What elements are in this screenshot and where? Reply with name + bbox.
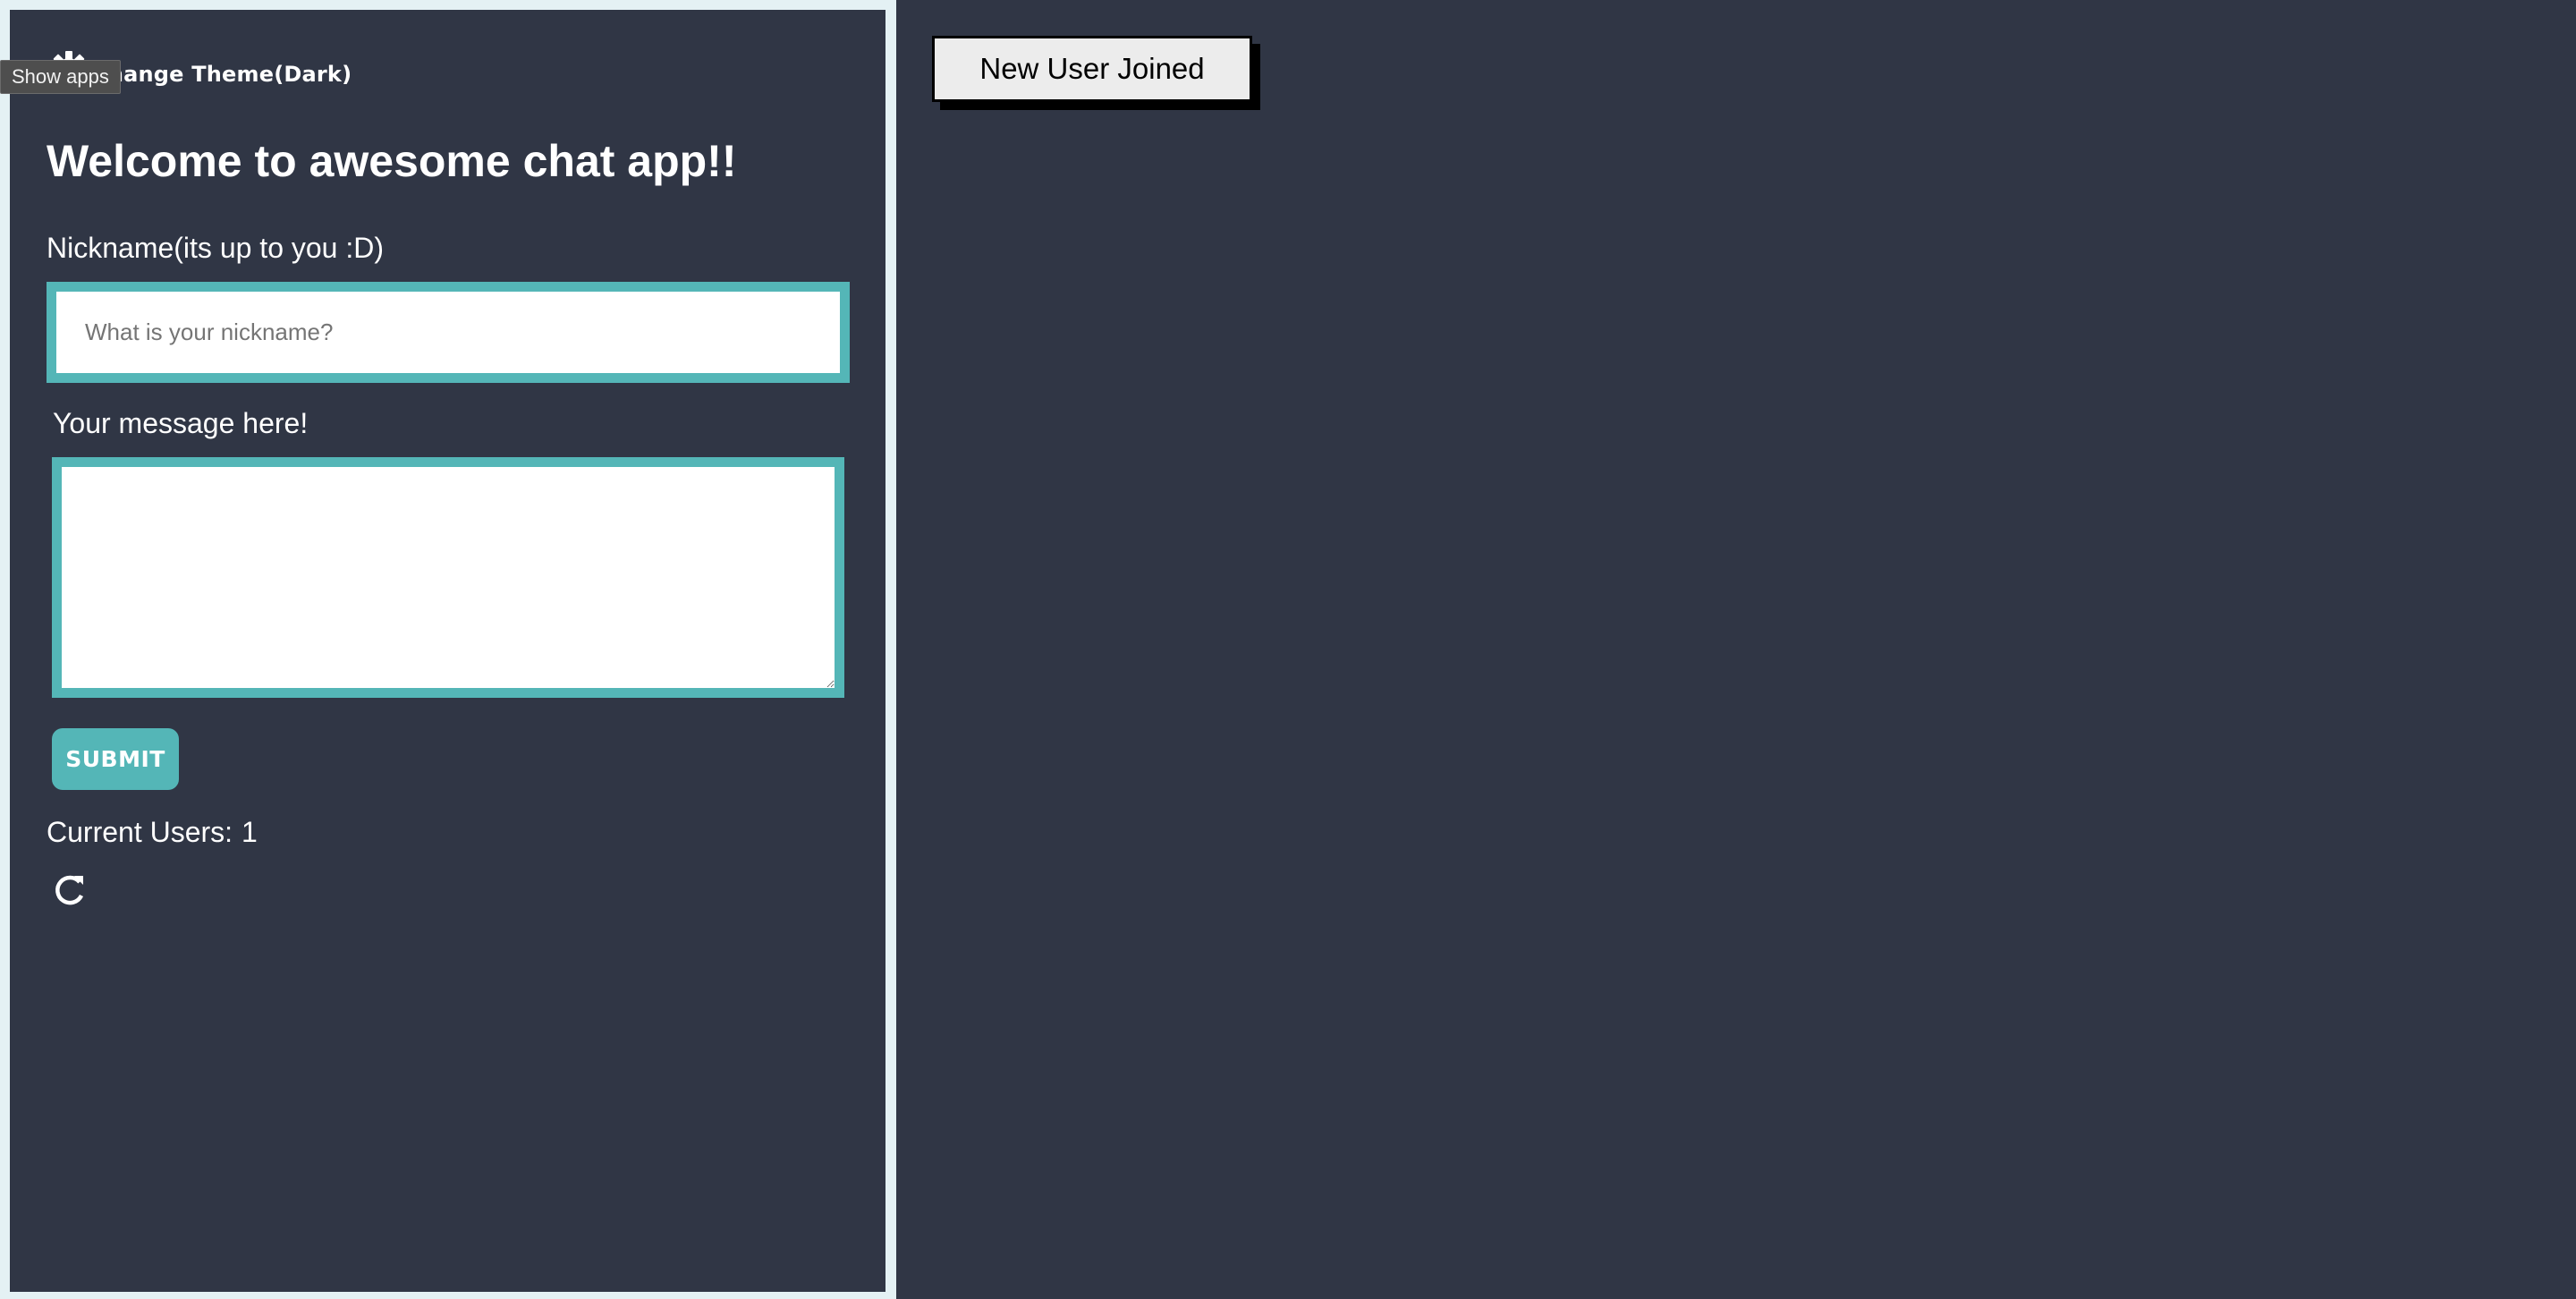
new-user-notification: New User Joined — [932, 36, 1252, 102]
message-textarea[interactable] — [52, 457, 844, 698]
chat-form-panel: Change Theme(Dark) Welcome to awesome ch… — [0, 0, 896, 1299]
page: Change Theme(Dark) Welcome to awesome ch… — [0, 0, 2576, 1299]
current-users: Current Users: 1 — [47, 816, 258, 849]
show-apps-tooltip: Show apps — [0, 60, 121, 94]
change-theme-label[interactable]: Change Theme(Dark) — [92, 62, 352, 87]
refresh-icon[interactable] — [53, 872, 87, 908]
nickname-input[interactable] — [47, 282, 850, 383]
nickname-label: Nickname(its up to you :D) — [47, 232, 385, 264]
current-users-label: Current Users: — [47, 816, 233, 848]
page-title: Welcome to awesome chat app!! — [47, 136, 737, 186]
message-label: Your message here! — [53, 407, 309, 439]
current-users-count: 1 — [242, 816, 258, 848]
submit-button[interactable]: SUBMIT — [52, 728, 179, 790]
